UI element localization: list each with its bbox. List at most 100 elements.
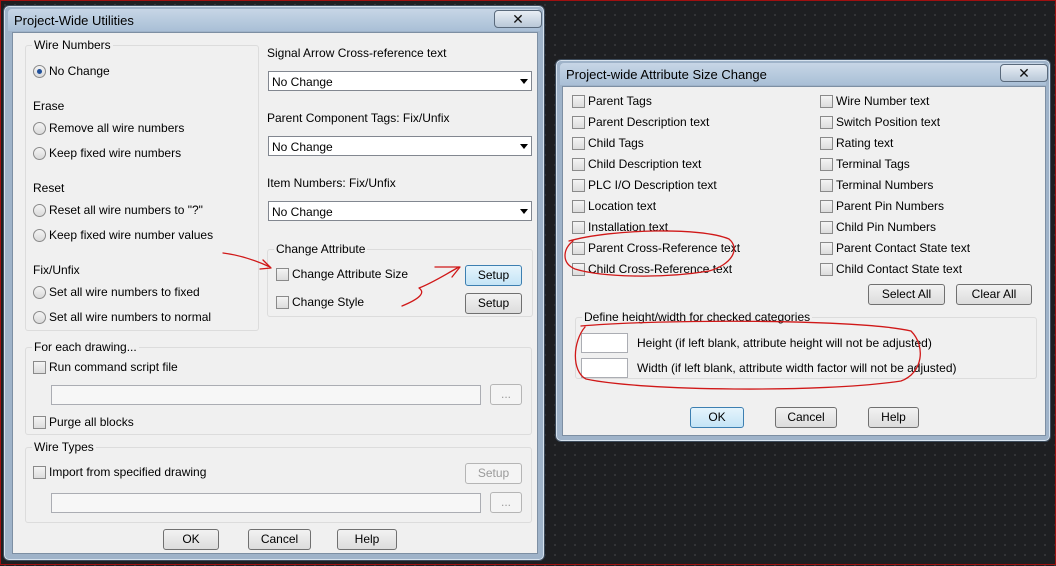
chevron-down-icon xyxy=(520,209,528,214)
category-checkbox[interactable] xyxy=(572,179,585,192)
set-normal-radio[interactable] xyxy=(33,311,46,324)
reset-all-label: Reset all wire numbers to "?" xyxy=(49,203,203,217)
define-legend: Define height/width for checked categori… xyxy=(582,310,813,324)
purge-label: Purge all blocks xyxy=(49,415,134,429)
each-drawing-legend: For each drawing... xyxy=(32,340,139,354)
attribute-size-setup-button[interactable]: Setup xyxy=(465,265,522,286)
category-label: Wire Number text xyxy=(836,94,930,108)
keep-fixed-values-radio[interactable] xyxy=(33,229,46,242)
category-checkbox[interactable] xyxy=(572,263,585,276)
wire-types-legend: Wire Types xyxy=(32,440,96,454)
category-checkbox[interactable] xyxy=(572,242,585,255)
title-bar[interactable]: Project-wide Attribute Size Change ✕ xyxy=(560,63,1048,85)
category-label: Location text xyxy=(588,199,657,213)
attribute-size-change-dialog: Project-wide Attribute Size Change ✕ Par… xyxy=(555,59,1051,442)
script-file-path-field[interactable] xyxy=(51,385,481,405)
erase-label: Erase xyxy=(33,99,65,113)
clear-all-button[interactable]: Clear All xyxy=(956,284,1032,305)
width-label: Width (if left blank, attribute width fa… xyxy=(637,361,957,375)
chevron-down-icon xyxy=(520,144,528,149)
import-drawing-path-field[interactable] xyxy=(51,493,481,513)
category-checkbox[interactable] xyxy=(572,95,585,108)
signal-arrow-select[interactable]: No Change xyxy=(268,71,532,91)
help-button[interactable]: Help xyxy=(868,407,919,428)
ok-button[interactable]: OK xyxy=(690,407,744,428)
category-label: Parent Pin Numbers xyxy=(836,199,945,213)
category-label: Child Tags xyxy=(588,136,644,150)
wire-types-setup-button[interactable]: Setup xyxy=(465,463,522,484)
category-checkbox[interactable] xyxy=(572,221,585,234)
remove-all-label: Remove all wire numbers xyxy=(49,121,185,135)
height-label: Height (if left blank, attribute height … xyxy=(637,336,932,350)
category-label: Terminal Tags xyxy=(836,157,910,171)
change-style-label: Change Style xyxy=(292,295,365,309)
help-button[interactable]: Help xyxy=(337,529,397,550)
category-checkbox[interactable] xyxy=(820,179,833,192)
parent-tags-value: No Change xyxy=(272,140,333,154)
category-label: Installation text xyxy=(588,220,669,234)
project-wide-utilities-dialog: Project-Wide Utilities ✕ Wire Numbers No… xyxy=(3,5,545,561)
category-label: Child Contact State text xyxy=(836,262,963,276)
no-change-label: No Change xyxy=(49,64,110,78)
purge-checkbox[interactable] xyxy=(33,416,46,429)
category-checkbox[interactable] xyxy=(820,242,833,255)
category-checkbox[interactable] xyxy=(820,158,833,171)
set-fixed-radio[interactable] xyxy=(33,286,46,299)
category-label: PLC I/O Description text xyxy=(588,178,717,192)
change-style-checkbox[interactable] xyxy=(276,296,289,309)
style-setup-button[interactable]: Setup xyxy=(465,293,522,314)
script-browse-button[interactable]: ... xyxy=(490,384,522,405)
category-checkbox[interactable] xyxy=(820,116,833,129)
remove-all-radio[interactable] xyxy=(33,122,46,135)
parent-tags-label: Parent Component Tags: Fix/Unfix xyxy=(267,111,450,125)
keep-fixed-radio[interactable] xyxy=(33,147,46,160)
import-drawing-checkbox[interactable] xyxy=(33,466,46,479)
fixunfix-label: Fix/Unfix xyxy=(33,263,80,277)
category-checkbox[interactable] xyxy=(820,200,833,213)
set-normal-label: Set all wire numbers to normal xyxy=(49,310,212,324)
reset-all-radio[interactable] xyxy=(33,204,46,217)
ok-button[interactable]: OK xyxy=(163,529,219,550)
change-attribute-size-label: Change Attribute Size xyxy=(292,267,409,281)
category-label: Child Description text xyxy=(588,157,702,171)
cancel-button[interactable]: Cancel xyxy=(248,529,311,550)
category-label: Switch Position text xyxy=(836,115,941,129)
item-numbers-label: Item Numbers: Fix/Unfix xyxy=(267,176,396,190)
cancel-button[interactable]: Cancel xyxy=(775,407,837,428)
wire-numbers-legend: Wire Numbers xyxy=(32,38,113,52)
category-label: Parent Tags xyxy=(588,94,652,108)
category-checkbox[interactable] xyxy=(820,95,833,108)
reset-label: Reset xyxy=(33,181,65,195)
close-button[interactable]: ✕ xyxy=(1000,64,1048,82)
title-bar[interactable]: Project-Wide Utilities ✕ xyxy=(8,9,542,31)
signal-arrow-label: Signal Arrow Cross-reference text xyxy=(267,46,447,60)
category-label: Child Pin Numbers xyxy=(836,220,937,234)
set-fixed-label: Set all wire numbers to fixed xyxy=(49,285,200,299)
category-checkbox[interactable] xyxy=(572,137,585,150)
dialog-title: Project-Wide Utilities xyxy=(14,13,134,28)
category-checkbox[interactable] xyxy=(572,158,585,171)
width-input[interactable] xyxy=(581,358,628,378)
parent-tags-select[interactable]: No Change xyxy=(268,136,532,156)
no-change-radio[interactable] xyxy=(33,65,46,78)
category-label: Parent Contact State text xyxy=(836,241,971,255)
select-all-button[interactable]: Select All xyxy=(868,284,945,305)
close-button[interactable]: ✕ xyxy=(494,10,542,28)
category-checkbox[interactable] xyxy=(820,137,833,150)
change-attribute-size-checkbox[interactable] xyxy=(276,268,289,281)
category-checkbox[interactable] xyxy=(572,200,585,213)
height-input[interactable] xyxy=(581,333,628,353)
dialog-title: Project-wide Attribute Size Change xyxy=(566,67,767,82)
chevron-down-icon xyxy=(520,79,528,84)
category-label: Child Cross-Reference text xyxy=(588,262,733,276)
import-browse-button[interactable]: ... xyxy=(490,492,522,513)
category-checkbox[interactable] xyxy=(820,263,833,276)
change-attribute-legend: Change Attribute xyxy=(274,242,368,256)
item-numbers-select[interactable]: No Change xyxy=(268,201,532,221)
keep-fixed-values-label: Keep fixed wire number values xyxy=(49,228,214,242)
import-drawing-label: Import from specified drawing xyxy=(49,465,207,479)
run-script-checkbox[interactable] xyxy=(33,361,46,374)
category-checkbox[interactable] xyxy=(820,221,833,234)
category-label: Rating text xyxy=(836,136,894,150)
category-checkbox[interactable] xyxy=(572,116,585,129)
